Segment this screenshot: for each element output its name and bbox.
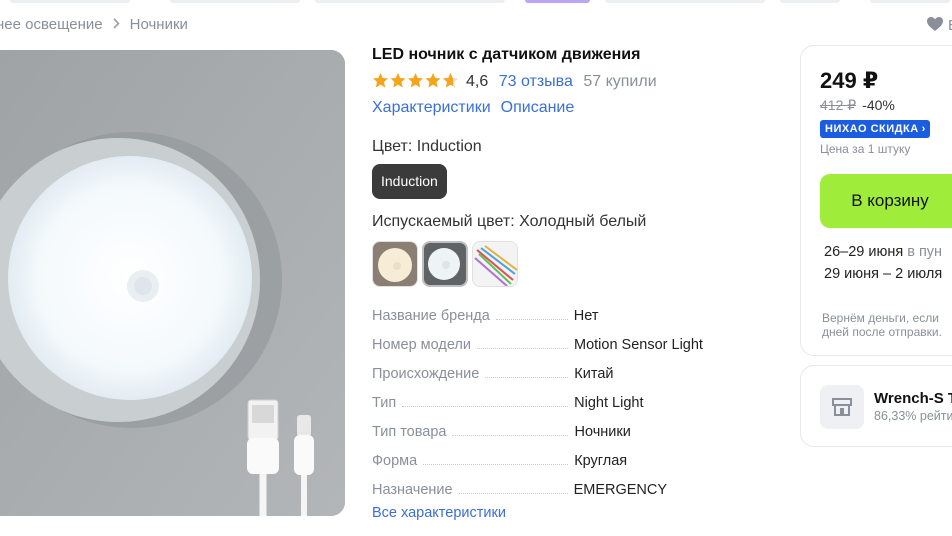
chevron-right-icon: ›: [921, 123, 926, 135]
purchases-count: 57 купили: [583, 73, 657, 90]
breadcrumb-item-nightlights[interactable]: Ночники: [130, 16, 188, 33]
spec-row: Название бренда Нет: [372, 295, 782, 324]
spec-value: Night Light: [574, 395, 644, 411]
chevron-right-icon: [113, 16, 120, 33]
breadcrumb: нее освещение Ночники: [0, 16, 188, 33]
old-price-row: 412 ₽ -40%: [820, 97, 952, 114]
spec-key: Форма: [372, 453, 418, 469]
seller-rating: 86,33% рейти: [874, 409, 952, 423]
spec-key: Название бренда: [372, 308, 490, 324]
swatch-cold-white[interactable]: [422, 241, 468, 287]
spec-value: Круглая: [574, 453, 628, 469]
current-price: 249 ₽: [820, 68, 879, 93]
spec-leader-dots: [458, 493, 568, 494]
spec-value: Motion Sensor Light: [573, 337, 703, 353]
discount-badge-label: НИХАО СКИДКА: [825, 123, 919, 135]
delivery-option[interactable]: 29 июня – 2 июля: [824, 263, 942, 285]
heart-icon: [926, 17, 943, 31]
buy-card: 249 ₽ 412 ₽ -40% НИХАО СКИДКА › Цена за 1 …: [800, 45, 952, 356]
spec-value: EMERGENCY: [573, 482, 668, 498]
breadcrumb-item-lighting[interactable]: нее освещение: [0, 16, 103, 33]
discount-badge[interactable]: НИХАО СКИДКА ›: [820, 120, 930, 138]
delivery-dates: 26–29 июня: [824, 244, 904, 260]
spec-leader-dots: [423, 464, 569, 465]
spec-value: Нет: [573, 308, 599, 324]
emitted-color-label: Испускаемый цвет: Холодный белый: [372, 213, 647, 230]
tab-description[interactable]: Описание: [501, 99, 575, 116]
spec-row: Номер модели Motion Sensor Light: [372, 324, 782, 353]
spec-leader-dots: [402, 406, 569, 407]
spec-leader-dots: [452, 435, 569, 436]
spec-leader-dots: [495, 319, 568, 320]
info-tabs: Характеристики Описание: [372, 97, 782, 119]
spec-leader-dots: [485, 377, 569, 378]
emitted-color-swatches: [372, 241, 782, 287]
product-info: LED ночник с датчиком движения 4,6 73 от…: [372, 44, 782, 521]
spec-row: Форма Круглая: [372, 440, 782, 469]
unit-price-note: Цена за 1 штуку: [820, 142, 911, 156]
favorite-label: В: [948, 17, 952, 34]
refund-line: дней после отправки.: [822, 325, 942, 339]
spec-key: Тип товара: [372, 424, 447, 440]
tab-characteristics[interactable]: Характеристики: [372, 99, 491, 116]
spec-key: Тип: [372, 395, 397, 411]
refund-note: Вернём деньги, если дней после отправки.: [822, 311, 942, 339]
refund-line: Вернём деньги, если: [822, 311, 939, 325]
color-option-induction[interactable]: Induction: [372, 164, 447, 199]
spec-value: Китай: [574, 366, 614, 382]
spec-value: Ночники: [574, 424, 631, 440]
add-to-cart-button[interactable]: В корзину: [820, 174, 952, 228]
swatch-cables[interactable]: [472, 241, 518, 287]
rating-stars-icon: [373, 73, 458, 88]
delivery-where: в пун: [903, 244, 943, 260]
delivery-info: 26–29 июня в пун 29 июня – 2 июля: [824, 241, 942, 285]
product-title: LED ночник с датчиком движения: [372, 46, 641, 63]
color-label: Цвет: Induction: [372, 138, 482, 155]
product-image[interactable]: [0, 50, 345, 516]
spec-row: Тип Night Light: [372, 382, 782, 411]
all-specs-link[interactable]: Все характеристики: [372, 505, 782, 521]
reviews-link[interactable]: 73 отзыва: [499, 73, 573, 90]
delivery-dates: 29 июня – 2 июля: [824, 266, 943, 282]
swatch-warm-white[interactable]: [372, 241, 418, 287]
seller-name: Wrench-S T: [874, 390, 952, 407]
store-icon: [820, 385, 864, 429]
specs-table: Название бренда Нет Номер модели Motion Sen…: [372, 295, 782, 498]
rating-row: 4,6 73 отзыва 57 купили: [372, 71, 782, 93]
spec-row: Назначение EMERGENCY: [372, 469, 782, 498]
rating-value: 4,6: [466, 73, 489, 90]
spec-key: Происхождение: [372, 366, 480, 382]
top-strip: [0, 0, 952, 3]
spec-leader-dots: [476, 348, 568, 349]
favorite-button[interactable]: В: [926, 16, 952, 34]
old-price: 412 ₽: [820, 97, 857, 113]
delivery-option[interactable]: 26–29 июня в пун: [824, 241, 942, 263]
spec-key: Назначение: [372, 482, 453, 498]
spec-row: Происхождение Китай: [372, 353, 782, 382]
spec-key: Номер модели: [372, 337, 471, 353]
seller-card[interactable]: Wrench-S T 86,33% рейти: [800, 365, 952, 447]
discount-percent: -40%: [862, 97, 895, 113]
spec-row: Тип товара Ночники: [372, 411, 782, 440]
